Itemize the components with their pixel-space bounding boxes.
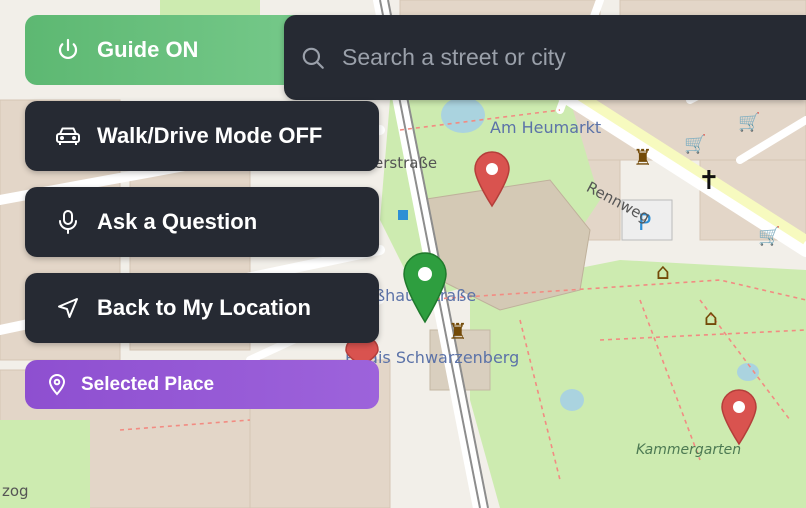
search-bar[interactable] — [284, 15, 806, 100]
microphone-icon — [55, 209, 81, 235]
shopping-cart-icon: 🛒 — [758, 226, 781, 247]
walk-drive-label: Walk/Drive Mode OFF — [97, 123, 323, 148]
map-marker-red[interactable] — [473, 150, 511, 208]
map-marker-green-selected[interactable] — [402, 252, 448, 324]
location-pin-icon — [47, 373, 67, 396]
back-to-location-button[interactable]: Back to My Location — [25, 273, 379, 343]
back-label: Back to My Location — [97, 295, 311, 320]
guide-label: Guide ON — [97, 37, 199, 62]
shopping-cart-icon: 🛒 — [684, 134, 707, 155]
map-label-am-heumarkt: Am Heumarkt — [490, 118, 602, 137]
castle-icon: ♜ — [633, 146, 653, 171]
guide-toggle-button[interactable]: Guide ON — [25, 15, 310, 85]
museum-icon: ⌂ — [704, 306, 718, 331]
ask-question-button[interactable]: Ask a Question — [25, 187, 379, 257]
selected-place-chip[interactable]: Selected Place — [25, 360, 379, 409]
car-icon — [55, 125, 81, 147]
navigation-arrow-icon — [55, 296, 81, 320]
search-input[interactable] — [342, 44, 782, 71]
map-label-zog: zog — [2, 482, 29, 500]
castle-icon: ♜ — [448, 320, 468, 345]
power-icon — [55, 38, 81, 62]
map-marker-red[interactable] — [720, 388, 758, 446]
church-cross-icon: ✝ — [698, 166, 720, 196]
selected-place-label: Selected Place — [81, 373, 215, 395]
museum-icon: ⌂ — [656, 260, 670, 285]
search-icon — [300, 45, 326, 71]
walk-drive-mode-button[interactable]: Walk/Drive Mode OFF — [25, 101, 379, 171]
shopping-cart-icon: 🛒 — [738, 112, 761, 133]
ask-label: Ask a Question — [97, 209, 258, 234]
